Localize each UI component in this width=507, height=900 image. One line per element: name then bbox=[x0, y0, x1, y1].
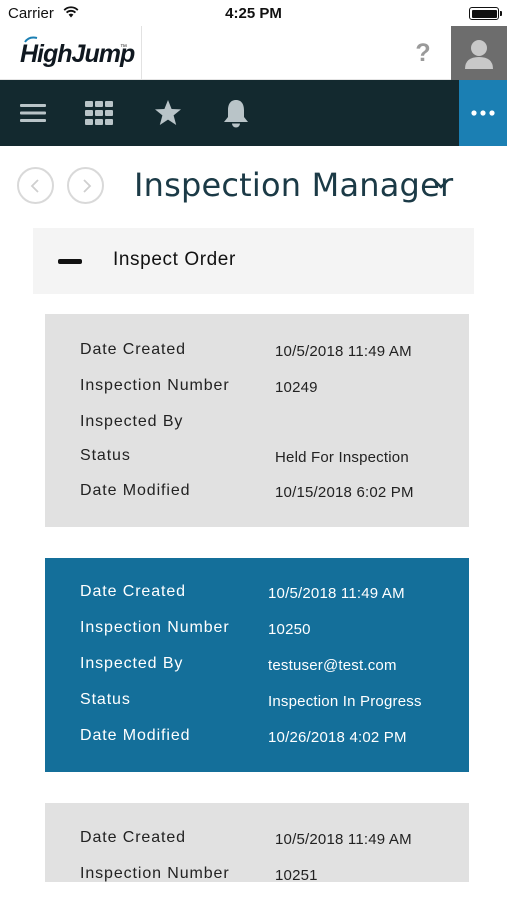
forward-button[interactable] bbox=[67, 167, 104, 204]
field-label: Status bbox=[80, 447, 131, 464]
field-row-inspected-by: Inspected By testuser@test.com bbox=[45, 655, 469, 679]
status-bar: Carrier 4:25 PM bbox=[0, 0, 507, 26]
collapse-icon[interactable] bbox=[58, 259, 82, 264]
apps-grid-icon[interactable] bbox=[84, 98, 114, 128]
field-value: testuser@test.com bbox=[268, 657, 397, 674]
field-label: Date Modified bbox=[80, 482, 191, 499]
logo[interactable]: HighJump ™ bbox=[0, 26, 142, 80]
inspection-list: Date Created 10/5/2018 11:49 AM Inspecti… bbox=[0, 300, 507, 882]
field-label: Inspected By bbox=[80, 655, 184, 672]
logo-text: HighJump bbox=[20, 40, 135, 68]
field-row-date-created: Date Created 10/5/2018 11:49 AM bbox=[45, 341, 469, 365]
back-button[interactable] bbox=[17, 167, 54, 204]
battery-icon bbox=[469, 7, 502, 20]
field-value: 10/26/2018 4:02 PM bbox=[268, 729, 407, 746]
field-row-status: Status Inspection In Progress bbox=[45, 691, 469, 715]
user-icon bbox=[465, 40, 493, 69]
user-profile-button[interactable] bbox=[451, 26, 507, 80]
clock: 4:25 PM bbox=[225, 5, 282, 22]
field-row-inspection-number: Inspection Number 10250 bbox=[45, 619, 469, 643]
chevron-left-icon bbox=[30, 179, 39, 193]
app-header: HighJump ™ ? bbox=[0, 26, 507, 80]
more-icon bbox=[471, 110, 495, 116]
inspection-card-selected[interactable]: Date Created 10/5/2018 11:49 AM Inspecti… bbox=[45, 558, 469, 772]
inspection-card[interactable]: Date Created 10/5/2018 11:49 AM Inspecti… bbox=[45, 314, 469, 527]
field-value: 10/5/2018 11:49 AM bbox=[268, 585, 405, 602]
field-label: Date Modified bbox=[80, 727, 191, 744]
section-title: Inspect Order bbox=[113, 249, 236, 270]
field-row-inspection-number: Inspection Number 10251 bbox=[45, 865, 469, 882]
field-value: 10251 bbox=[275, 867, 318, 882]
bell-icon[interactable] bbox=[221, 98, 251, 128]
field-row-inspection-number: Inspection Number 10249 bbox=[45, 377, 469, 401]
field-value: 10/15/2018 6:02 PM bbox=[275, 484, 414, 501]
field-row-date-modified: Date Modified 10/26/2018 4:02 PM bbox=[45, 727, 469, 751]
field-label: Date Created bbox=[80, 341, 186, 358]
inspect-order-section-header[interactable]: Inspect Order bbox=[33, 228, 474, 294]
field-value: 10/5/2018 11:49 AM bbox=[275, 343, 412, 360]
inspection-card[interactable]: Date Created 10/5/2018 11:49 AM Inspecti… bbox=[45, 803, 469, 882]
field-label: Inspected By bbox=[80, 413, 184, 430]
field-label: Date Created bbox=[80, 583, 186, 600]
chevron-down-icon[interactable] bbox=[432, 178, 450, 190]
field-value: 10250 bbox=[268, 621, 311, 638]
page-title[interactable]: Inspection Manager bbox=[134, 166, 453, 204]
field-label: Inspection Number bbox=[80, 865, 230, 882]
star-icon[interactable] bbox=[153, 98, 183, 128]
help-button[interactable]: ? bbox=[408, 38, 438, 68]
chevron-right-icon bbox=[83, 179, 92, 193]
menu-icon[interactable] bbox=[18, 98, 48, 128]
field-row-status: Status Held For Inspection bbox=[45, 447, 469, 471]
nav-bar bbox=[0, 80, 507, 146]
field-value: Held For Inspection bbox=[275, 449, 409, 466]
field-label: Date Created bbox=[80, 829, 186, 846]
field-row-date-created: Date Created 10/5/2018 11:49 AM bbox=[45, 829, 469, 853]
field-row-date-modified: Date Modified 10/15/2018 6:02 PM bbox=[45, 482, 469, 506]
field-value: Inspection In Progress bbox=[268, 693, 422, 710]
field-value: 10/5/2018 11:49 AM bbox=[275, 831, 412, 848]
field-value: 10249 bbox=[275, 379, 318, 396]
field-label: Inspection Number bbox=[80, 619, 230, 636]
field-row-date-created: Date Created 10/5/2018 11:49 AM bbox=[45, 583, 469, 607]
logo-trademark: ™ bbox=[120, 44, 127, 51]
field-row-inspected-by: Inspected By bbox=[45, 413, 469, 437]
field-label: Inspection Number bbox=[80, 377, 230, 394]
more-button[interactable] bbox=[459, 80, 507, 146]
field-label: Status bbox=[80, 691, 131, 708]
